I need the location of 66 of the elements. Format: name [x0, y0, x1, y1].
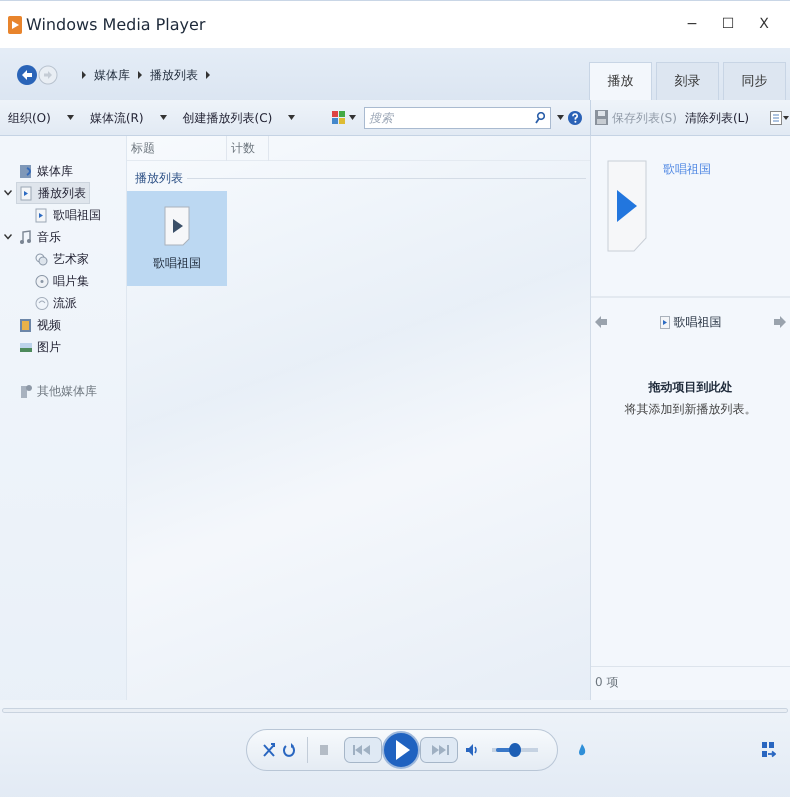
caret-icon [138, 71, 142, 79]
caret-icon[interactable] [557, 115, 564, 120]
playlist-tile[interactable]: 歌唱祖国 [127, 191, 227, 286]
menu-button[interactable]: 媒体流(R) [90, 108, 144, 126]
minimize-button[interactable]: − [674, 13, 710, 36]
navigation-item[interactable]: 音乐 [16, 226, 64, 248]
volume-thumb[interactable] [509, 743, 522, 757]
navigation-item[interactable]: 媒体库 [16, 160, 76, 182]
switch-view-icon[interactable] [762, 742, 776, 758]
disc-icon [35, 274, 49, 288]
window-title: Windows Media Player [26, 14, 206, 36]
playlist-icon [660, 316, 670, 328]
drop-hint: 将其添加到新播放列表。 [624, 401, 758, 418]
caret-icon[interactable] [349, 115, 356, 120]
list-options-icon[interactable] [770, 110, 790, 124]
tab[interactable]: 播放 [589, 62, 652, 100]
breadcrumb-item[interactable]: 播放列表 [150, 66, 198, 84]
navigation-item[interactable]: 图片 [16, 336, 64, 358]
library-icon [19, 164, 33, 178]
playlist-icon [607, 160, 647, 252]
caret-icon[interactable] [160, 115, 167, 120]
caret-icon[interactable] [66, 115, 74, 120]
view-options-icon[interactable] [332, 111, 345, 124]
search-icon [535, 112, 545, 124]
column-header[interactable]: 计数 [227, 136, 269, 160]
playlist-icon [164, 206, 190, 246]
help-icon[interactable] [568, 110, 582, 124]
navigation-item[interactable]: 唱片集 [32, 270, 92, 292]
other-libraries-icon [20, 384, 33, 398]
navigation-item[interactable]: 流派 [32, 292, 80, 314]
tab[interactable]: 刻录 [656, 62, 719, 100]
other-libraries-link[interactable]: 其他媒体库 [37, 382, 97, 400]
people-icon [35, 252, 49, 266]
playlist-icon [35, 208, 49, 222]
shuffle-icon[interactable] [263, 743, 275, 757]
disc-icon [35, 296, 49, 310]
close-button[interactable]: X [746, 13, 782, 36]
maximize-button[interactable]: ☐ [710, 13, 746, 36]
back-icon[interactable] [16, 64, 38, 86]
navigation-item[interactable]: 歌唱祖国 [32, 204, 104, 226]
navigation-item[interactable]: 播放列表 [16, 182, 90, 204]
chevron-icon[interactable] [4, 234, 12, 240]
item-count: 0 项 [595, 674, 618, 690]
search-field[interactable]: 搜索 [364, 106, 551, 128]
clear-list-button[interactable]: 清除列表(L) [684, 108, 750, 126]
breadcrumb-item[interactable]: 媒体库 [94, 66, 130, 84]
menu-button[interactable]: 创建播放列表(C) [182, 108, 272, 126]
drop-title: 拖动项目到此处 [647, 379, 734, 396]
repeat-icon[interactable] [283, 743, 295, 757]
column-header[interactable]: 标题 [127, 136, 227, 160]
menu-button[interactable]: 组织(O) [8, 108, 51, 126]
app-icon [8, 16, 22, 34]
music-note-icon [19, 230, 33, 244]
playlist-name[interactable]: 歌唱祖国 [674, 313, 722, 331]
group-header: 播放列表 [135, 170, 183, 187]
playlist-icon [20, 186, 34, 200]
chevron-icon[interactable] [4, 190, 12, 196]
play-icon[interactable] [382, 730, 420, 770]
video-icon [19, 318, 33, 332]
volume-icon[interactable] [466, 743, 478, 757]
caret-icon[interactable] [288, 115, 296, 120]
navigation-item[interactable]: 艺术家 [32, 248, 92, 270]
caret-icon[interactable] [206, 71, 210, 79]
caret-icon [82, 71, 86, 79]
navigation-item[interactable]: 视频 [16, 314, 64, 336]
tab[interactable]: 同步 [723, 62, 786, 100]
